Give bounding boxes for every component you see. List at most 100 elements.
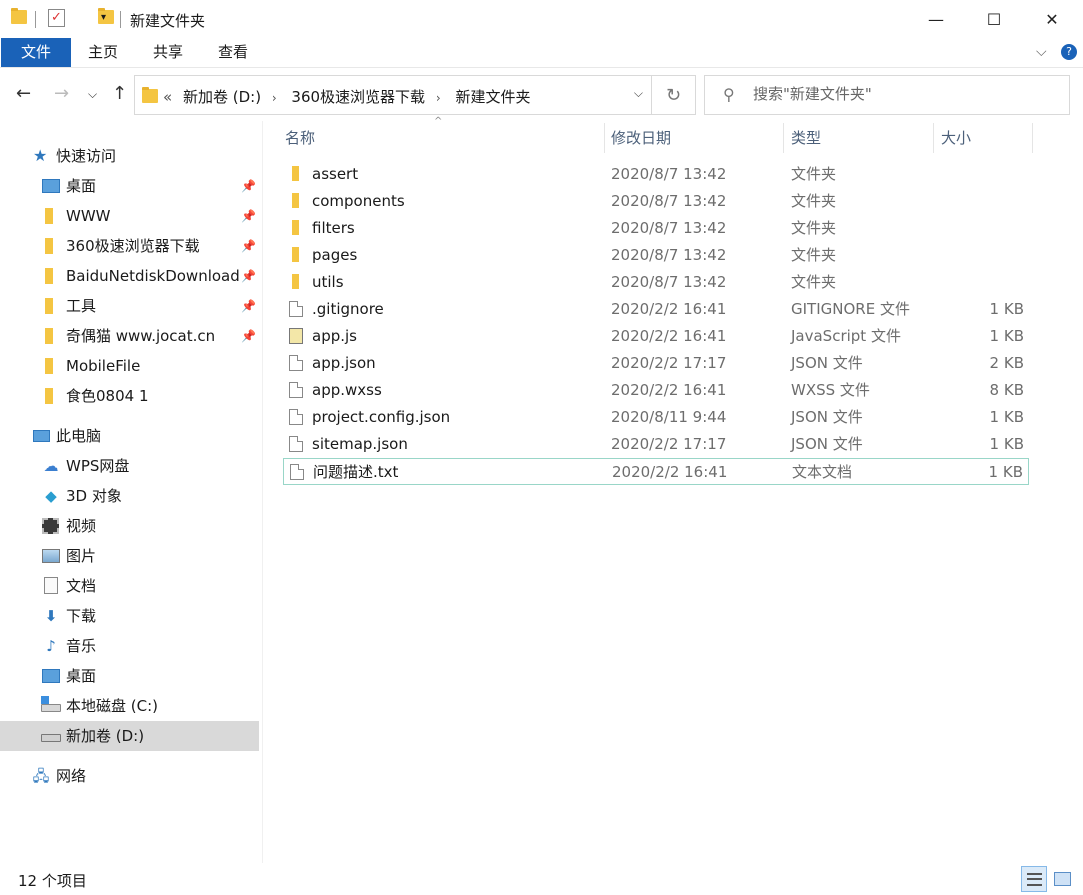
sidebar-item-pictures[interactable]: 图片: [0, 541, 259, 571]
chevron-down-icon[interactable]: ⌵: [634, 86, 643, 101]
sidebar-item-downloads[interactable]: ⬇ 下载: [0, 601, 259, 631]
folder-icon: [292, 274, 299, 289]
folder-icon: [142, 87, 158, 103]
file-row[interactable]: 问题描述.txt 2020/2/2 16:41 文本文档 1 KB: [283, 458, 1029, 485]
sidebar-item-mobilefile[interactable]: MobileFile: [0, 351, 259, 381]
chevron-right-icon[interactable]: ›: [436, 91, 441, 105]
details-view-button[interactable]: [1021, 866, 1047, 892]
search-input[interactable]: [753, 85, 1053, 103]
file-row[interactable]: components 2020/8/7 13:42 文件夹: [283, 188, 1029, 215]
breadcrumb-item[interactable]: 新建文件夹: [455, 88, 530, 106]
pin-icon[interactable]: 📌: [241, 171, 256, 201]
folder-icon: [45, 268, 53, 284]
navigation-bar: ← → ⌵ ↑ « 新加卷 (D:) › 360极速浏览器下载 › 新建文件夹 …: [0, 69, 1083, 121]
sidebar-item-jocat[interactable]: 奇偶猫 www.jocat.cn 📌: [0, 321, 259, 351]
search-box[interactable]: ⚲: [704, 75, 1070, 115]
column-header-name[interactable]: 名称: [285, 123, 603, 153]
file-size: 1 KB: [989, 327, 1024, 345]
sidebar-item-label: 桌面: [66, 177, 97, 195]
tab-share[interactable]: 共享: [143, 38, 193, 67]
pin-icon[interactable]: 📌: [241, 261, 256, 291]
file-row[interactable]: filters 2020/8/7 13:42 文件夹: [283, 215, 1029, 242]
sidebar-item-wps-cloud[interactable]: ☁ WPS网盘: [0, 451, 259, 481]
file-row[interactable]: utils 2020/8/7 13:42 文件夹: [283, 269, 1029, 296]
sidebar-item-tools[interactable]: 工具 📌: [0, 291, 259, 321]
sidebar-item-360-downloads[interactable]: 360极速浏览器下载 📌: [0, 231, 259, 261]
sidebar-item-www[interactable]: WWW 📌: [0, 201, 259, 231]
minimize-icon: —: [928, 9, 944, 29]
file-size: 8 KB: [989, 381, 1024, 399]
file-name: 问题描述.txt: [313, 463, 399, 481]
up-icon[interactable]: ↑: [112, 83, 127, 104]
breadcrumb-item[interactable]: 新加卷 (D:): [183, 88, 261, 106]
file-row[interactable]: project.config.json 2020/8/11 9:44 JSON 文件…: [283, 404, 1029, 431]
breadcrumb-item[interactable]: 360极速浏览器下载: [291, 88, 425, 106]
sidebar-item-food[interactable]: 食色0804 1: [0, 381, 259, 411]
sidebar-item-label: 工具: [66, 297, 97, 315]
file-size: 1 KB: [988, 463, 1023, 481]
file-name: app.wxss: [312, 381, 382, 399]
maximize-button[interactable]: ☐: [965, 0, 1023, 38]
file-size: 2 KB: [989, 354, 1024, 372]
sidebar-item-desktop-pc[interactable]: 桌面: [0, 661, 259, 691]
large-icons-view-button[interactable]: [1049, 866, 1075, 892]
file-size: 1 KB: [989, 300, 1024, 318]
folder-icon: [45, 208, 53, 224]
tab-home[interactable]: 主页: [78, 38, 128, 67]
sidebar-item-drive-d[interactable]: 新加卷 (D:): [0, 721, 259, 751]
file-row[interactable]: app.json 2020/2/2 17:17 JSON 文件 2 KB: [283, 350, 1029, 377]
file-row[interactable]: sitemap.json 2020/2/2 17:17 JSON 文件 1 KB: [283, 431, 1029, 458]
sidebar-item-baidu-netdisk[interactable]: BaiduNetdiskDownload 📌: [0, 261, 259, 291]
sidebar-item-desktop[interactable]: 桌面 📌: [0, 171, 259, 201]
tab-view[interactable]: 查看: [208, 38, 258, 67]
column-divider[interactable]: [1032, 123, 1033, 153]
pin-icon[interactable]: 📌: [241, 231, 256, 261]
sidebar-item-documents[interactable]: 文档: [0, 571, 259, 601]
column-header-type[interactable]: 类型: [791, 123, 931, 153]
pin-icon[interactable]: 📌: [241, 201, 256, 231]
address-bar[interactable]: « 新加卷 (D:) › 360极速浏览器下载 › 新建文件夹 ⌵: [134, 75, 652, 115]
windows-logo-icon: [41, 696, 49, 704]
recent-locations-icon[interactable]: ⌵: [88, 87, 97, 102]
title-bar: ✓ ▾ 新建文件夹 — ☐ ✕: [0, 0, 1083, 38]
video-icon: [42, 518, 59, 534]
refresh-button[interactable]: ↻: [652, 75, 696, 115]
divider: [35, 11, 36, 28]
file-row[interactable]: assert 2020/8/7 13:42 文件夹: [283, 161, 1029, 188]
sidebar-item-this-pc[interactable]: 此电脑: [0, 421, 259, 451]
file-row[interactable]: pages 2020/8/7 13:42 文件夹: [283, 242, 1029, 269]
column-divider[interactable]: [933, 123, 934, 153]
sidebar-item-music[interactable]: ♪ 音乐: [0, 631, 259, 661]
file-row[interactable]: app.js 2020/2/2 16:41 JavaScript 文件 1 KB: [283, 323, 1029, 350]
expand-ribbon-icon[interactable]: ⌵: [1036, 44, 1047, 60]
desktop-icon: [42, 669, 60, 683]
tab-file[interactable]: 文件: [1, 38, 71, 67]
minimize-button[interactable]: —: [907, 0, 965, 38]
forward-icon[interactable]: →: [54, 83, 69, 104]
column-divider[interactable]: [783, 123, 784, 153]
file-row[interactable]: .gitignore 2020/2/2 16:41 GITIGNORE 文件 1 KB: [283, 296, 1029, 323]
sidebar-item-network[interactable]: 🖧 网络: [0, 761, 259, 791]
back-icon[interactable]: ←: [16, 83, 31, 104]
help-icon[interactable]: ?: [1061, 44, 1077, 60]
properties-icon[interactable]: ✓: [48, 9, 65, 27]
sidebar-item-drive-c[interactable]: 本地磁盘 (C:): [0, 691, 259, 721]
column-header-date[interactable]: 修改日期: [611, 123, 781, 153]
file-icon: [289, 382, 303, 398]
customize-toolbar-icon[interactable]: ▾: [101, 12, 106, 23]
breadcrumb-overflow-icon[interactable]: «: [163, 88, 172, 106]
sidebar-item-videos[interactable]: 视频: [0, 511, 259, 541]
sidebar-item-3d-objects[interactable]: ◆ 3D 对象: [0, 481, 259, 511]
column-header-size[interactable]: 大小: [941, 123, 1031, 153]
chevron-right-icon[interactable]: ›: [272, 91, 277, 105]
file-type: 文件夹: [791, 219, 837, 237]
sidebar-item-quick-access[interactable]: ★ 快速访问: [0, 141, 259, 171]
network-icon: 🖧: [32, 767, 50, 785]
column-divider[interactable]: [604, 123, 605, 153]
pin-icon[interactable]: 📌: [241, 321, 256, 351]
sidebar-item-label: 快速访问: [56, 147, 117, 165]
pin-icon[interactable]: 📌: [241, 291, 256, 321]
close-button[interactable]: ✕: [1023, 0, 1081, 38]
file-row[interactable]: app.wxss 2020/2/2 16:41 WXSS 文件 8 KB: [283, 377, 1029, 404]
file-name: .gitignore: [312, 300, 384, 318]
